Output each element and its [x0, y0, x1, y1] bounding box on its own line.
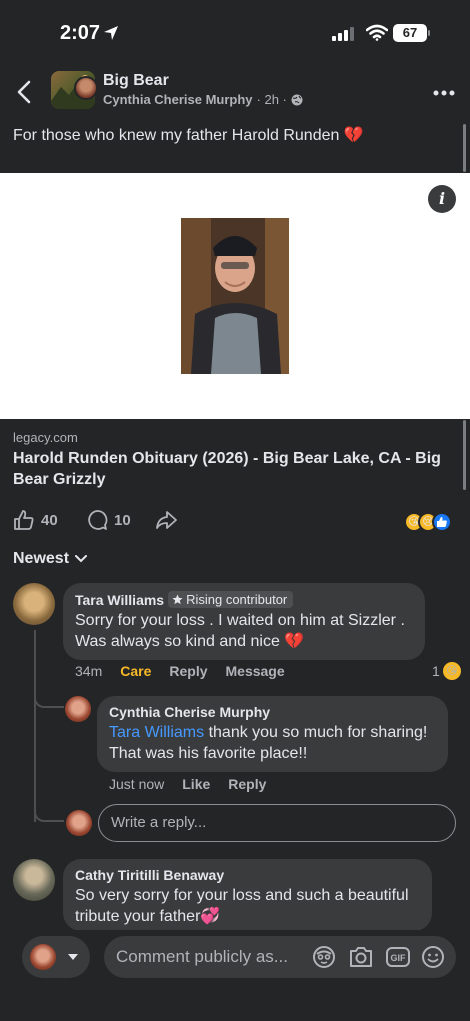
reaction-count: 1	[432, 663, 440, 679]
like-button[interactable]: 40	[13, 509, 58, 531]
avatar-sticker-icon[interactable]	[312, 945, 336, 969]
reaction-summary[interactable]: 😘 😢	[404, 512, 460, 532]
battery-cap	[428, 30, 430, 36]
post-meta: · 2h ·	[256, 92, 287, 107]
reply-text: Tara Williams thank you so much for shar…	[109, 722, 436, 764]
link-domain: legacy.com	[13, 430, 78, 445]
post-header: Big Bear Cynthia Cherise Murphy · 2h ·	[0, 62, 470, 118]
comment-reaction-count[interactable]: 1 😘	[432, 662, 461, 680]
share-icon	[156, 511, 177, 529]
comment-placeholder: Comment publicly as...	[116, 947, 288, 966]
author-name[interactable]: Cynthia Cherise Murphy	[103, 92, 253, 107]
share-button[interactable]	[155, 509, 177, 531]
action-bar: 40 10 😘 😢	[0, 505, 470, 537]
battery-indicator: 67	[393, 24, 427, 42]
comment-bubble[interactable]: Cathy Tiritilli Benaway So very sorry fo…	[63, 859, 432, 931]
status-time: 2:07	[60, 22, 101, 44]
contributor-badge: Rising contributor	[168, 591, 294, 608]
caret-down-icon	[68, 954, 78, 960]
reply-button[interactable]: Reply	[169, 663, 207, 679]
portrait-icon	[181, 218, 289, 374]
link-preview-image[interactable]: i	[0, 173, 470, 419]
avatar	[30, 944, 56, 970]
avatar	[66, 810, 92, 836]
avatar[interactable]	[13, 583, 55, 625]
reply-button[interactable]: Reply	[228, 776, 266, 792]
star-icon	[172, 594, 183, 605]
author-line: Cynthia Cherise Murphy · 2h ·	[103, 92, 303, 107]
comment-button[interactable]: 10	[86, 509, 131, 531]
identity-switcher[interactable]	[22, 936, 90, 978]
group-name[interactable]: Big Bear	[103, 72, 169, 90]
reply-actions: Just now Like Reply	[109, 776, 266, 792]
author-avatar[interactable]	[74, 76, 98, 100]
care-reaction-icon: 😘	[442, 662, 461, 680]
sort-label: Newest	[13, 550, 70, 567]
back-icon[interactable]	[16, 80, 32, 104]
like-icon	[14, 510, 34, 530]
camera-icon[interactable]	[348, 945, 374, 969]
thread-line	[34, 630, 36, 822]
scrollbar[interactable]	[463, 124, 466, 172]
post-text: For those who knew my father Harold Rund…	[13, 127, 364, 144]
comment-count: 10	[114, 511, 131, 529]
scrollbar-secondary[interactable]	[463, 420, 466, 490]
comment-text: So very sorry for your loss and such a b…	[75, 887, 409, 925]
badge-label: Rising contributor	[186, 592, 288, 607]
globe-icon	[291, 94, 303, 105]
comment-time: 34m	[75, 663, 103, 679]
avatar[interactable]	[13, 859, 55, 901]
comment-bubble[interactable]: Tara Williams Rising contributor Sorry f…	[63, 583, 425, 660]
comment-sort[interactable]: Newest	[13, 550, 88, 568]
emoji-icon[interactable]	[421, 945, 445, 969]
more-icon[interactable]	[433, 90, 455, 96]
comment-icon	[88, 510, 108, 530]
comment-composer: Comment publicly as... GIF	[0, 930, 470, 1021]
avatar[interactable]	[65, 696, 91, 722]
reply-input[interactable]: Write a reply...	[98, 804, 456, 842]
svg-text:GIF: GIF	[391, 953, 407, 963]
reply-bubble[interactable]: Cynthia Cherise Murphy Tara Williams tha…	[97, 696, 448, 772]
thread-branch-reply	[34, 696, 64, 708]
like-count: 40	[41, 511, 58, 529]
like-button[interactable]: Like	[182, 776, 210, 792]
thread-branch-input	[34, 810, 64, 822]
commenter-name[interactable]: Tara Williams	[75, 592, 164, 608]
comment-actions: 34m Care Reply Message	[75, 663, 285, 679]
wifi-icon	[366, 24, 388, 41]
comment-input[interactable]: Comment publicly as... GIF	[104, 936, 456, 978]
message-button[interactable]: Message	[226, 663, 285, 679]
location-arrow-icon	[104, 26, 118, 40]
signal-icon	[332, 27, 354, 41]
link-preview-meta[interactable]: legacy.com Harold Runden Obituary (2026)…	[0, 419, 470, 495]
info-icon[interactable]: i	[428, 185, 456, 213]
battery-level: 67	[402, 25, 418, 40]
mention-link[interactable]: Tara Williams	[109, 724, 204, 741]
comment-text: Sorry for your loss . I waited on him at…	[75, 612, 405, 650]
chevron-down-icon	[75, 555, 88, 563]
commenter-name[interactable]: Cathy Tiritilli Benaway	[75, 867, 224, 883]
obituary-photo	[181, 218, 289, 374]
link-title[interactable]: Harold Runden Obituary (2026) - Big Bear…	[13, 448, 453, 490]
reply-time: Just now	[109, 776, 165, 792]
commenter-name[interactable]: Cynthia Cherise Murphy	[109, 704, 270, 720]
care-button[interactable]: Care	[120, 663, 151, 679]
gif-icon[interactable]: GIF	[386, 945, 410, 969]
status-bar: 2:07 67	[0, 0, 470, 62]
like-reaction-icon	[432, 512, 452, 532]
